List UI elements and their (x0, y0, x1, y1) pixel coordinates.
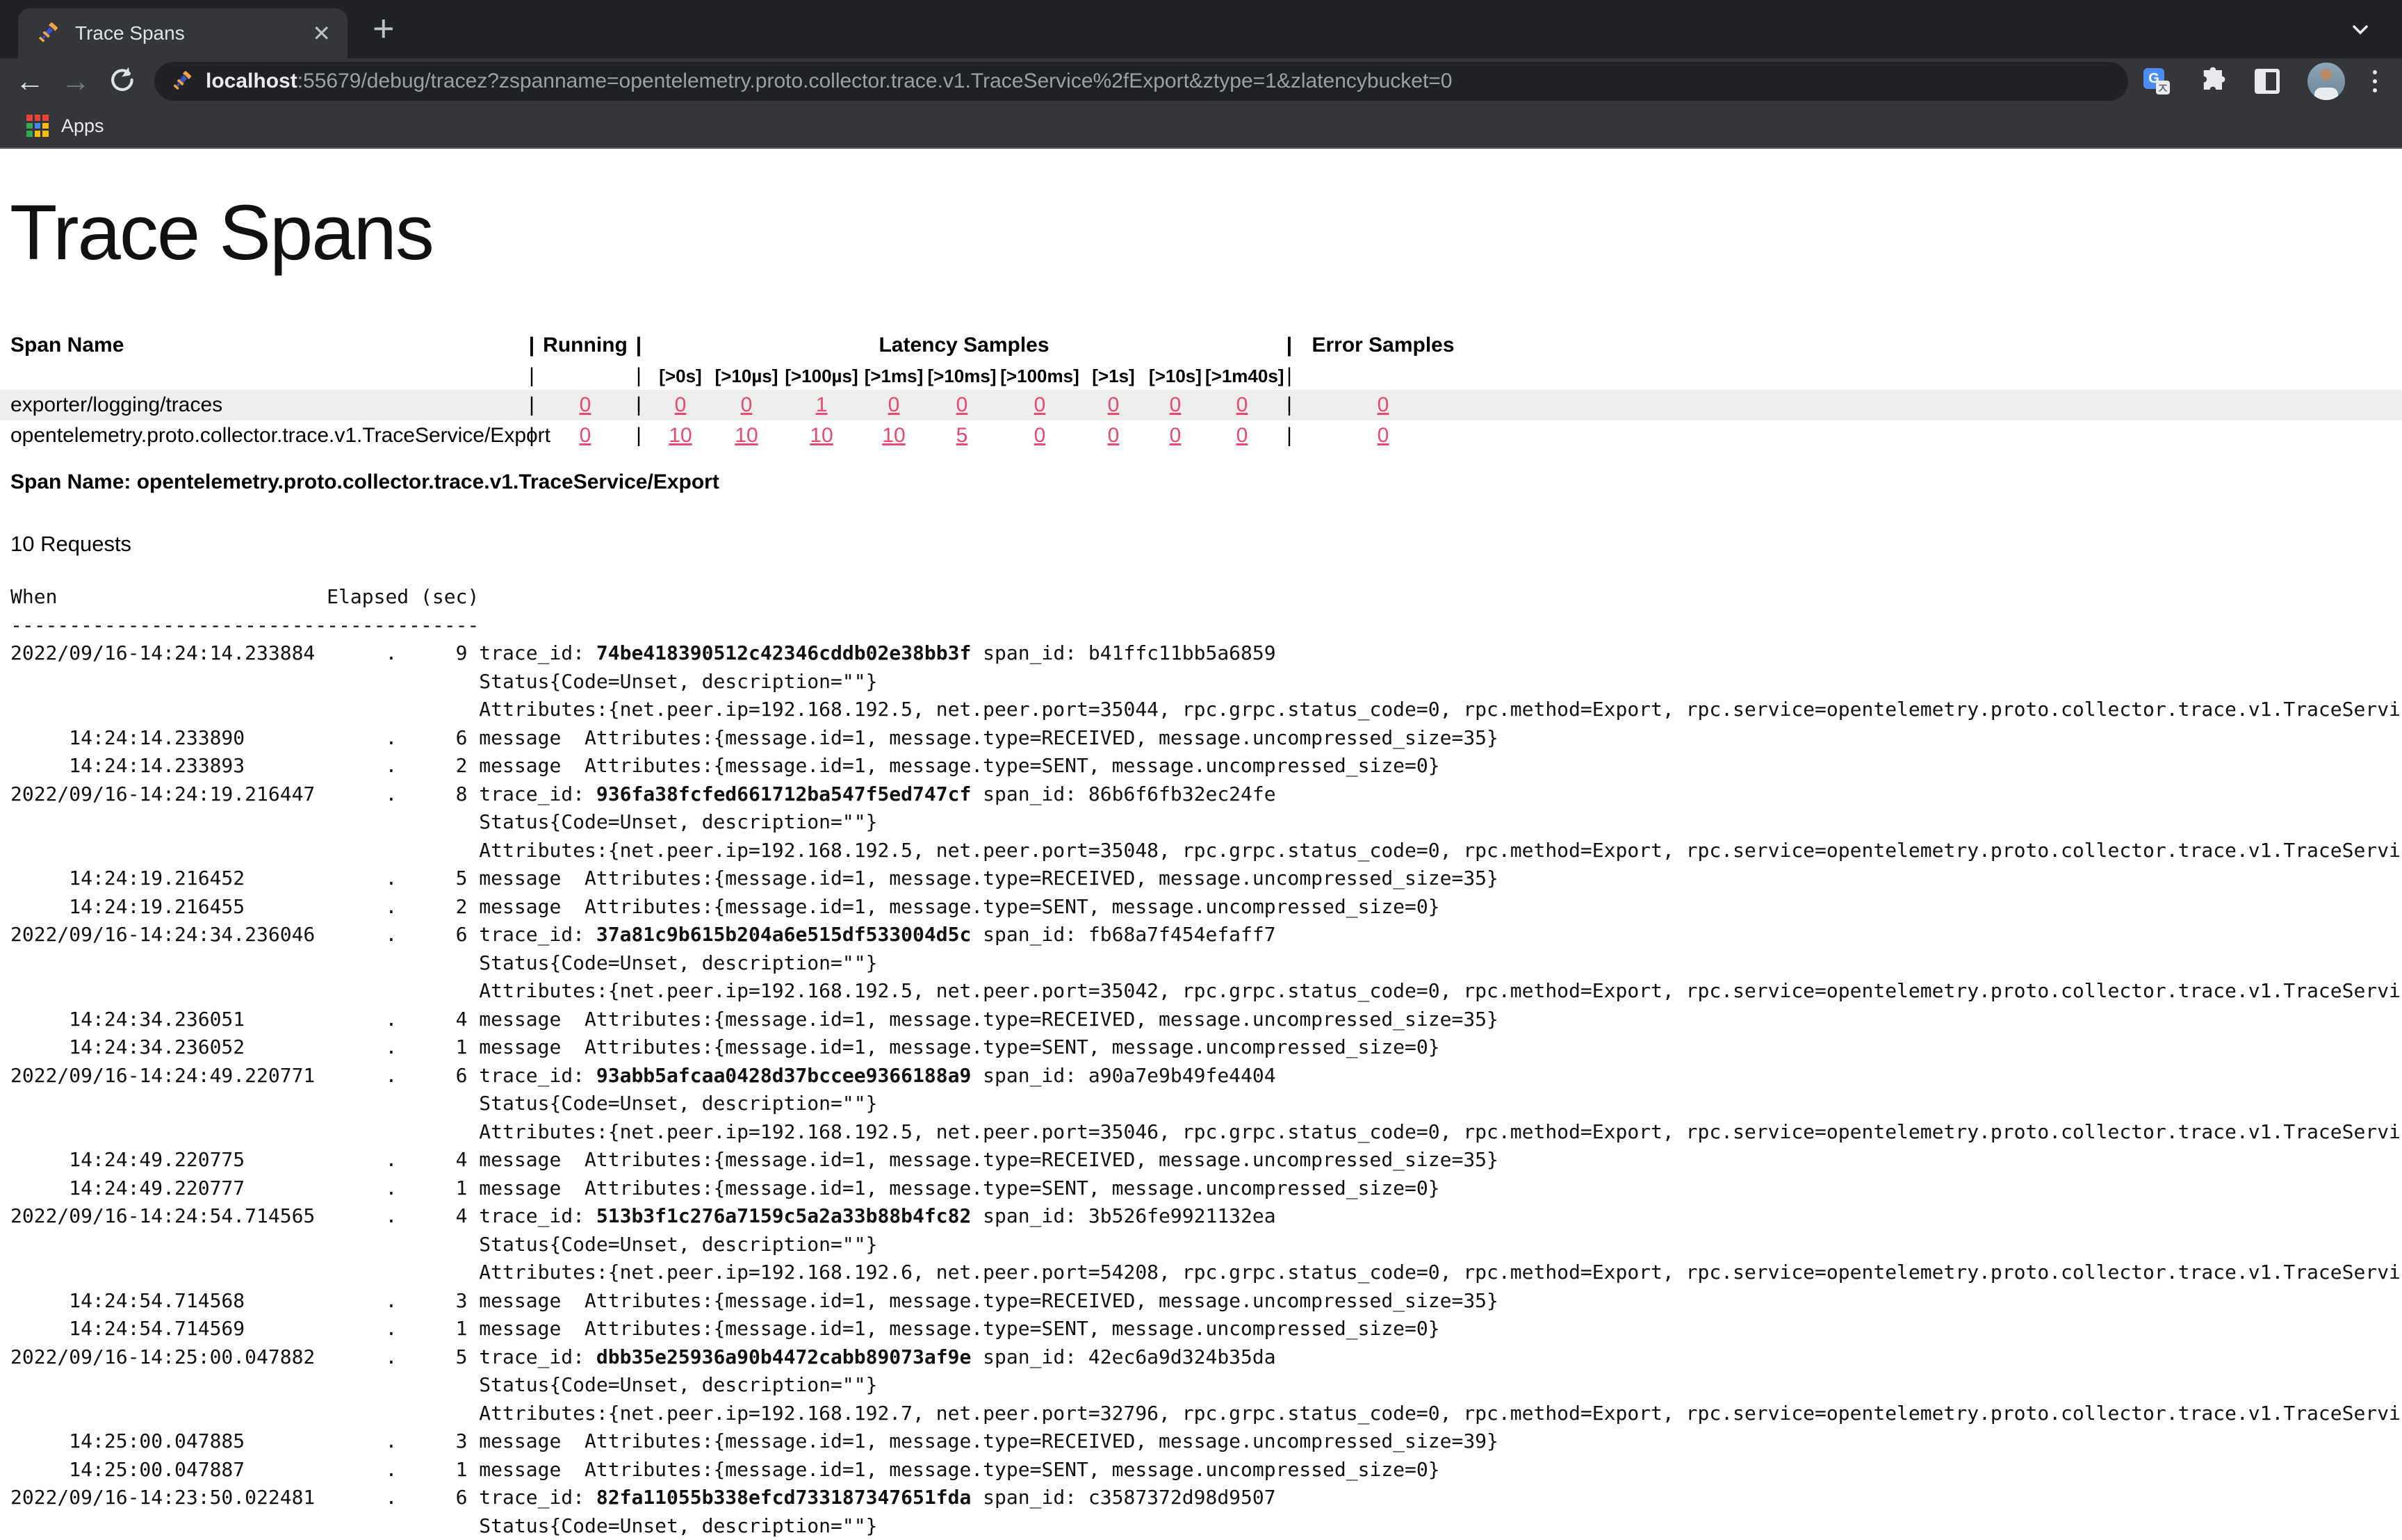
header-error-samples: Error Samples (1300, 334, 1466, 357)
url-bar[interactable]: localhost:55679/debug/tracez?zspanname=o… (154, 62, 2128, 101)
bucket-label: [>1ms] (862, 366, 926, 387)
tab-strip: Trace Spans ✕ + (0, 0, 2402, 58)
pipe-separator: | (521, 424, 542, 448)
tab-close-icon[interactable]: ✕ (312, 22, 331, 44)
error-sample-link[interactable]: 0 (1378, 424, 1389, 447)
url-text[interactable]: localhost:55679/debug/tracez?zspanname=o… (206, 69, 1453, 93)
bucket-label: [>1m40s] (1205, 366, 1279, 387)
latency-sample-link[interactable]: 5 (956, 424, 968, 447)
browser-tab[interactable]: Trace Spans ✕ (18, 8, 348, 58)
pipe-separator: | (1279, 393, 1300, 417)
latency-sample-link[interactable]: 0 (1236, 393, 1248, 416)
latency-sample-link[interactable]: 0 (956, 393, 968, 416)
latency-sample-link[interactable]: 0 (1108, 393, 1120, 416)
apps-label: Apps (61, 115, 104, 137)
telescope-favicon-icon (170, 69, 193, 93)
latency-sample-link[interactable]: 0 (1034, 424, 1046, 447)
forward-button[interactable]: → (53, 67, 99, 96)
latency-sample-link[interactable]: 0 (888, 393, 900, 416)
span-name-cell: exporter/logging/traces (0, 393, 521, 417)
profile-avatar[interactable] (2307, 63, 2345, 100)
pipe-separator: | (1279, 334, 1300, 357)
pipe-separator: | (628, 424, 649, 448)
bookmarks-bar: Apps (0, 104, 2402, 149)
pipe-separator: | (521, 334, 542, 357)
back-button[interactable]: ← (7, 67, 53, 96)
trace-table: Span Name|Running|Latency Samples|Error … (0, 329, 2402, 451)
new-tab-button[interactable]: + (373, 7, 395, 50)
translate-extension-icon[interactable]: G (2143, 68, 2170, 95)
latency-sample-link[interactable]: 0 (1034, 393, 1046, 416)
table-row: exporter/logging/traces|0|001000000|0 (0, 390, 2402, 420)
bucket-label: [>100µs] (781, 366, 862, 387)
tab-search-chevron-icon[interactable] (2348, 17, 2373, 45)
error-sample-link[interactable]: 0 (1378, 393, 1389, 416)
latency-sample-link[interactable]: 0 (675, 393, 687, 416)
pipe-separator: | (1279, 424, 1300, 448)
bucket-label: [>100ms] (998, 366, 1081, 387)
pipe-separator: | (521, 393, 542, 417)
request-count: 10 Requests (10, 532, 2402, 557)
running-count-link[interactable]: 0 (580, 393, 591, 416)
apps-shortcut[interactable]: Apps (26, 115, 104, 137)
url-path: :55679/debug/tracez?zspanname=openteleme… (297, 69, 1453, 92)
bucket-label: [>1s] (1081, 366, 1145, 387)
apps-grid-icon (26, 115, 49, 137)
header-latency-samples: Latency Samples (649, 334, 1279, 357)
side-panel-icon[interactable] (2255, 69, 2280, 94)
extensions-puzzle-icon[interactable] (2198, 65, 2227, 98)
bucket-header-row: ||[>0s][>10µs][>100µs][>1ms][>10ms][>100… (0, 362, 2402, 390)
latency-sample-link[interactable]: 10 (882, 424, 905, 447)
table-header-row: Span Name|Running|Latency Samples|Error … (0, 329, 2402, 362)
reload-button[interactable] (99, 64, 145, 99)
bucket-label: [>10s] (1145, 366, 1205, 387)
bucket-label: [>10µs] (712, 366, 781, 387)
latency-sample-link[interactable]: 1 (816, 393, 828, 416)
latency-sample-link[interactable]: 10 (669, 424, 692, 447)
latency-sample-link[interactable]: 0 (1236, 424, 1248, 447)
pipe-separator: | (628, 364, 649, 388)
header-span-name: Span Name (0, 334, 521, 357)
menu-kebab-icon[interactable] (2373, 70, 2377, 92)
bucket-label: [>0s] (649, 366, 712, 387)
page-title: Trace Spans (10, 188, 2402, 277)
latency-sample-link[interactable]: 10 (735, 424, 758, 447)
table-row: opentelemetry.proto.collector.trace.v1.T… (0, 420, 2402, 451)
bucket-label: [>10ms] (926, 366, 998, 387)
url-host: localhost (206, 69, 297, 92)
running-count-link[interactable]: 0 (580, 424, 591, 447)
telescope-favicon-icon (35, 21, 60, 46)
pipe-separator: | (628, 334, 649, 357)
tab-title: Trace Spans (75, 22, 312, 44)
latency-sample-link[interactable]: 0 (1108, 424, 1120, 447)
browser-toolbar: ← → localhost:55679/debug/tracez?zspanna… (0, 58, 2402, 104)
latency-sample-link[interactable]: 0 (741, 393, 753, 416)
header-running: Running (542, 334, 628, 357)
pipe-separator: | (521, 364, 542, 388)
pipe-separator: | (1279, 364, 1300, 388)
latency-sample-link[interactable]: 10 (810, 424, 833, 447)
latency-sample-link[interactable]: 0 (1170, 393, 1182, 416)
span-detail-heading: Span Name: opentelemetry.proto.collector… (10, 470, 2402, 494)
latency-sample-link[interactable]: 0 (1170, 424, 1182, 447)
span-name-cell: opentelemetry.proto.collector.trace.v1.T… (0, 424, 521, 448)
pipe-separator: | (628, 393, 649, 417)
page-content: Trace Spans Span Name|Running|Latency Sa… (0, 188, 2402, 1540)
trace-log: When Elapsed (sec) ---------------------… (10, 583, 2402, 1540)
